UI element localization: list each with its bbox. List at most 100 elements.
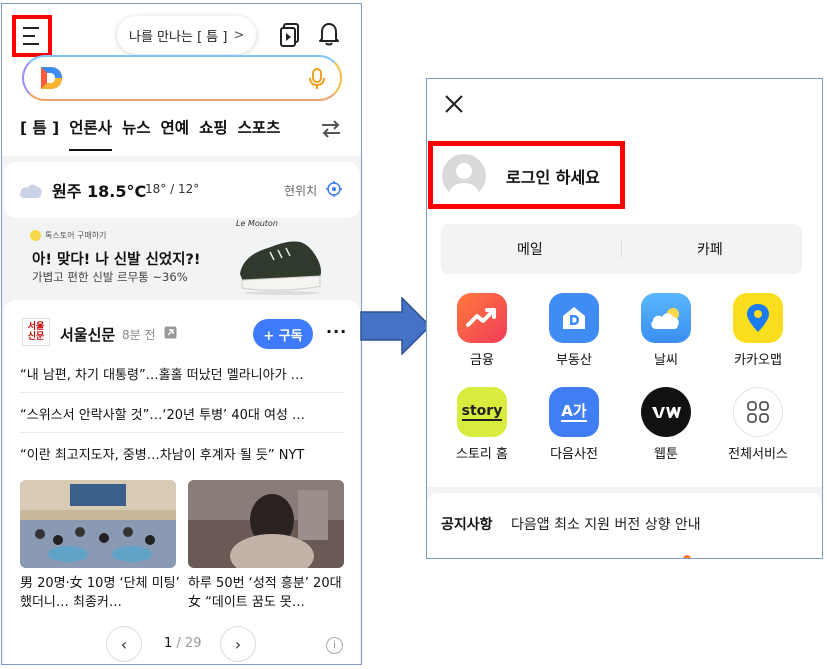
headline-item[interactable]: “이란 최고지도자, 중병…차남이 후계자 될 듯” NYT: [20, 444, 344, 463]
publish-time: 8분 전: [122, 328, 156, 342]
app-label: 날씨: [654, 353, 678, 368]
woman-photo: [188, 480, 344, 568]
talk-icon: [30, 230, 41, 241]
clip-icon[interactable]: [278, 22, 302, 48]
chevron-right-icon: >: [233, 27, 245, 43]
headline-item[interactable]: “내 남편, 차기 대통령”…홀홀 떠났던 멜라니아가 …: [20, 364, 344, 383]
ad-brand: Le Mouton: [236, 219, 278, 228]
realestate-icon: [549, 293, 599, 343]
app-webtoon[interactable]: 웹툰: [621, 387, 711, 462]
tooltip-text: 나를 만나는 [ 틈 ]: [129, 29, 228, 45]
story-icon: story: [457, 387, 507, 437]
tab-sports[interactable]: 스포츠: [238, 116, 281, 138]
weather-card[interactable]: 원주 18.5°C 18° / 12° 현위치: [4, 162, 360, 218]
app-realestate[interactable]: 부동산: [529, 293, 619, 368]
bell-icon[interactable]: [317, 21, 341, 47]
info-icon[interactable]: i: [326, 637, 343, 654]
teum-tooltip[interactable]: 나를 만나는 [ 틈 ] >: [117, 16, 257, 54]
prev-page-button[interactable]: ‹: [106, 626, 142, 662]
story-icon-text: story: [461, 403, 503, 421]
mail-cafe-bar: 메일 카페: [441, 224, 802, 274]
page-total: / 29: [176, 636, 202, 651]
page-indicator: 1 / 29: [164, 636, 201, 651]
menu-body: 로그인 하세요 메일 카페 금융 부동산 날씨 카카오맵 story 스토리 홈…: [427, 135, 822, 487]
publisher-logo-text: 서울 신문: [27, 322, 45, 342]
ad-banner[interactable]: 톡스토어 구매하기 아! 맞다! 나 신발 신었지?! 가볍고 편한 신발 르무…: [2, 218, 361, 302]
search-bar[interactable]: [22, 55, 342, 101]
side-menu-screen: 로그인 하세요 메일 카페 금융 부동산 날씨 카카오맵 story 스토리 홈…: [426, 78, 823, 559]
page-current: 1: [164, 636, 173, 651]
all-services-icon: [733, 387, 783, 437]
app-weather[interactable]: 날씨: [621, 293, 711, 368]
menu-button[interactable]: [12, 15, 52, 57]
dictionary-icon: A가: [549, 387, 599, 437]
daum-logo-icon: [41, 67, 62, 89]
notice-text: 다음앱 최소 지원 버전 상향 안내: [511, 517, 701, 533]
daum-home-screen: 나를 만나는 [ 틈 ] > [ 틈 ] 언론사 뉴스 연예 쇼핑 스포츠 원주…: [1, 3, 362, 665]
tab-press[interactable]: 언론사: [69, 116, 112, 151]
tab-teum[interactable]: [ 틈 ]: [20, 116, 59, 138]
category-tabs: [ 틈 ] 언론사 뉴스 연예 쇼핑 스포츠: [20, 116, 281, 151]
location-target-icon[interactable]: [326, 181, 342, 197]
app-dictionary[interactable]: A가 다음사전: [529, 387, 619, 462]
menu-header: [427, 79, 822, 135]
app-label: 카카오맵: [734, 353, 782, 368]
page-dot: [683, 555, 691, 558]
divider: [621, 240, 622, 258]
cloud-icon: [20, 184, 42, 198]
subscribe-button[interactable]: + 구독: [253, 319, 313, 349]
tabs-fade: [282, 110, 322, 144]
thumbnail-caption-1[interactable]: 男 20명·女 10명 ‘단체 미팅’ 했더니… 최종커…: [20, 574, 180, 612]
thumbnail-caption-2[interactable]: 하루 50번 ‘성적 흥분’ 20대女 “데이트 꿈도 못…: [188, 574, 348, 612]
notice-title: 공지사항: [441, 517, 493, 533]
ad-title: 아! 맞다! 나 신발 신었지?!: [32, 252, 201, 268]
avatar: [442, 154, 486, 198]
headline-item[interactable]: “스위스서 안락사할 것”…‘20년 투병’ 40대 여성 …: [20, 404, 344, 423]
shoe-image: [240, 241, 321, 295]
tab-news[interactable]: 뉴스: [122, 116, 151, 138]
tab-entertainment[interactable]: 연예: [161, 116, 190, 138]
app-label: 웹툰: [654, 447, 678, 462]
microphone-icon[interactable]: [308, 67, 326, 91]
cafe-link[interactable]: 카페: [697, 239, 723, 259]
webtoon-icon: [641, 387, 691, 437]
divider: [20, 432, 344, 433]
ad-source-text: 톡스토어 구매하기: [45, 231, 107, 240]
ad-subtitle: 가볍고 편한 신발 르무통 ~36%: [32, 270, 188, 284]
weather-range: 18° / 12°: [145, 182, 200, 196]
app-label: 다음사전: [550, 447, 598, 462]
default-avatar-icon: [449, 163, 479, 198]
next-page-button[interactable]: ›: [220, 626, 256, 662]
dictionary-icon-text: A가: [561, 401, 587, 422]
app-all-services[interactable]: 전체서비스: [713, 387, 803, 462]
ad-source: 톡스토어 구매하기: [30, 230, 106, 241]
app-label: 금융: [470, 353, 494, 368]
login-prompt: 로그인 하세요: [506, 168, 600, 187]
app-label: 전체서비스: [728, 447, 788, 462]
kakaomap-icon: [733, 293, 783, 343]
news-thumbnail-2[interactable]: [188, 480, 344, 568]
divider: [20, 392, 344, 393]
more-options-icon[interactable]: ···: [326, 324, 347, 340]
app-kakaomap[interactable]: 카카오맵: [713, 293, 803, 368]
app-story[interactable]: story 스토리 홈: [437, 387, 527, 462]
location-label[interactable]: 현위치: [284, 182, 317, 199]
weather-icon: [641, 293, 691, 343]
pager: ‹ 1 / 29 › i: [4, 626, 360, 664]
publisher-name[interactable]: 서울신문: [60, 324, 115, 345]
swap-arrows-icon[interactable]: [320, 119, 342, 139]
party-photo: [20, 480, 176, 568]
notice-bar[interactable]: 공지사항 다음앱 최소 지원 버전 상향 안내: [427, 493, 822, 558]
login-area[interactable]: 로그인 하세요: [428, 141, 625, 209]
app-label: 부동산: [556, 353, 592, 368]
tab-shopping[interactable]: 쇼핑: [199, 116, 228, 138]
news-card: 서울 신문 서울신문 8분 전 + 구독 ··· “내 남편, 차기 대통령”……: [4, 300, 360, 664]
external-link-icon[interactable]: [164, 326, 177, 339]
news-thumbnail-1[interactable]: [20, 480, 176, 568]
publisher-logo[interactable]: 서울 신문: [22, 318, 50, 346]
app-label: 스토리 홈: [456, 447, 508, 462]
app-finance[interactable]: 금융: [437, 293, 527, 368]
finance-icon: [457, 293, 507, 343]
mail-link[interactable]: 메일: [517, 239, 543, 259]
close-icon[interactable]: [444, 94, 464, 114]
